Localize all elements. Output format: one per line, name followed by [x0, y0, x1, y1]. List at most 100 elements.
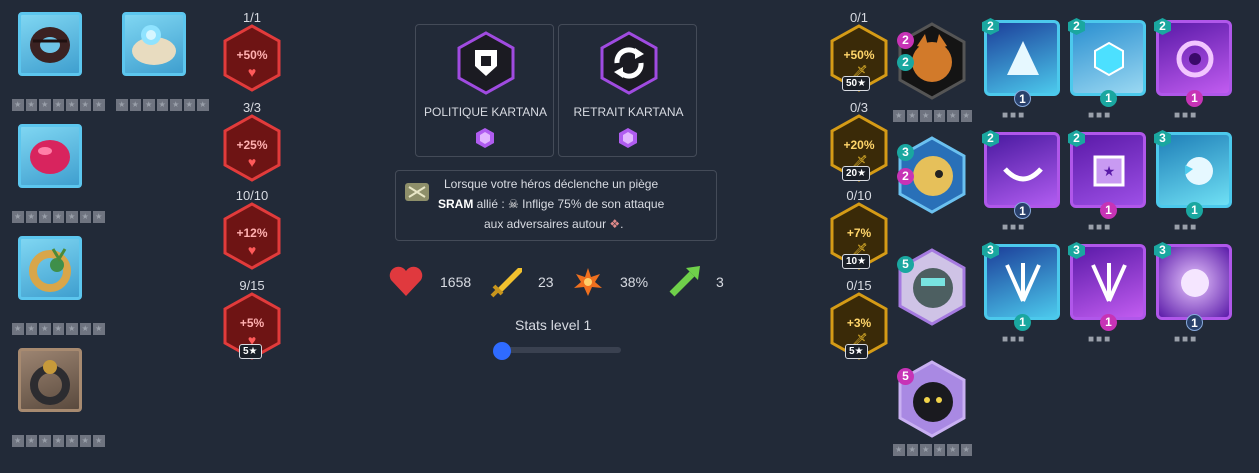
- gem-icon: [476, 128, 494, 148]
- champion-cat[interactable]: 5 ★ ★ ★ ★ ★ ★: [893, 360, 972, 456]
- spell-tile-6[interactable]: 3 1 ■■■: [1154, 130, 1236, 233]
- heart-icon: ♥: [247, 242, 257, 258]
- spell-tile-1[interactable]: 2 1 ■■■: [982, 18, 1064, 121]
- gem-badge: 1: [1014, 314, 1031, 331]
- attack-boost-1[interactable]: 0/1 +50% 🗡 50★: [829, 10, 889, 98]
- item-rating: ★ ★ ★ ★ ★ ★ ★: [12, 99, 108, 111]
- level-slider-track[interactable]: [498, 347, 621, 353]
- star-tag: 10★: [842, 254, 871, 269]
- card-politique[interactable]: POLITIQUE KARTANA: [415, 24, 554, 157]
- level-badge: 2: [897, 32, 914, 49]
- ice-hand-icon: [1007, 41, 1039, 75]
- range-arrow-icon: [668, 264, 702, 301]
- champion-pirate[interactable]: 3 2: [893, 136, 969, 222]
- spell-rating: ■■■: [1088, 110, 1113, 121]
- heart-icon: ♥: [247, 154, 257, 170]
- card-label: POLITIQUE KARTANA: [424, 105, 547, 119]
- crit-icon: [572, 266, 604, 301]
- boost-count: 0/3: [849, 100, 869, 115]
- spell-rating: ■■■: [1174, 334, 1199, 345]
- purple-orb-icon: [1181, 269, 1209, 297]
- champion-knight[interactable]: 5: [893, 248, 969, 334]
- gem-badge: 1: [1186, 314, 1203, 331]
- item-slot-3[interactable]: ★ ★ ★ ★ ★ ★ ★: [12, 124, 105, 223]
- item-slot-1[interactable]: ★ ★ ★ ★ ★ ★ ★: [12, 12, 105, 111]
- item-rating: ★ ★ ★ ★ ★ ★ ★: [12, 323, 108, 335]
- health-boost-4[interactable]: 9/15 +5% ♥ 5★: [222, 278, 282, 366]
- boost-count: 0/10: [846, 188, 872, 203]
- health-boost-2[interactable]: 3/3 +25% ♥: [222, 100, 282, 188]
- star-tag: 5★: [239, 344, 262, 359]
- crest-icon: [457, 31, 515, 95]
- boost-percent: +50%: [236, 48, 268, 62]
- boost-percent: +25%: [236, 138, 268, 152]
- spike-burst-icon: [1091, 263, 1127, 302]
- boost-percent: +50%: [843, 48, 875, 62]
- spell-rating: ■■■: [1088, 222, 1113, 233]
- dark-ring-icon: [30, 27, 70, 63]
- sword-icon: [488, 264, 524, 303]
- champion-rating: ★ ★ ★ ★ ★ ★: [893, 444, 975, 456]
- level-badge: 5: [897, 256, 914, 273]
- boost-percent: +20%: [843, 138, 875, 152]
- hp-value: 1658: [440, 274, 472, 290]
- range-value: 3: [716, 274, 724, 290]
- desc-line-3: aux adversaires autour: [484, 217, 610, 231]
- desc-line-2-tail: Inflige 75% de son attaque: [518, 197, 665, 211]
- trap-box-icon: ★: [1093, 155, 1125, 187]
- vortex-icon: [1176, 40, 1214, 78]
- health-boost-1[interactable]: 1/1 +50% ♥: [222, 10, 282, 98]
- boost-percent: +5%: [239, 316, 265, 330]
- pink-ring-icon: [30, 140, 70, 174]
- ice-block-icon: [1094, 41, 1124, 77]
- skull-icon: ☠: [508, 197, 519, 211]
- health-boost-3[interactable]: 10/10 +12% ♥: [222, 188, 282, 276]
- item-slot-4[interactable]: ★ ★ ★ ★ ★ ★ ★: [12, 236, 105, 335]
- spell-tile-2[interactable]: 2 1 ■■■: [1068, 18, 1150, 121]
- spell-rating: ■■■: [1002, 110, 1027, 121]
- champion-rating: ★ ★ ★ ★ ★ ★: [893, 110, 975, 122]
- sram-keyword: SRAM: [438, 197, 474, 211]
- gem-badge: 1: [1100, 202, 1117, 219]
- attack-value: 23: [538, 274, 554, 290]
- star-tag: 5★: [845, 344, 868, 359]
- star-tag: 50★: [842, 76, 871, 91]
- spell-tile-9[interactable]: 3 1 ■■■: [1154, 242, 1236, 345]
- level-slider-thumb[interactable]: [493, 342, 511, 360]
- gem-badge: 1: [1186, 90, 1203, 107]
- gem-badge: 1: [1014, 90, 1031, 107]
- boost-percent: +7%: [846, 226, 872, 240]
- spell-tile-3[interactable]: 2 1 ■■■: [1154, 18, 1236, 121]
- desc-end: .: [620, 217, 624, 231]
- attack-boost-4[interactable]: 0/15 +3% 🗡 5★: [829, 278, 889, 366]
- heart-icon: [388, 264, 424, 301]
- attack-boost-3[interactable]: 0/10 +7% 🗡 10★: [829, 188, 889, 276]
- spell-tile-8[interactable]: 3 1 ■■■: [1068, 242, 1150, 345]
- spell-rating: ■■■: [1174, 110, 1199, 121]
- boost-count: 9/15: [239, 278, 265, 293]
- spell-tile-4[interactable]: 2 1 ■■■: [982, 130, 1064, 233]
- card-retrait[interactable]: RETRAIT KARTANA: [558, 24, 697, 157]
- item-rating: ★ ★ ★ ★ ★ ★ ★: [12, 211, 108, 223]
- gem-badge: 1: [1186, 202, 1203, 219]
- gem-icon: [619, 128, 637, 148]
- gem-badge: 1: [1014, 202, 1031, 219]
- item-rating: ★ ★ ★ ★ ★ ★ ★: [12, 435, 108, 447]
- item-rating: ★ ★ ★ ★ ★ ★ ★: [116, 99, 212, 111]
- item-slot-2[interactable]: ★ ★ ★ ★ ★ ★ ★: [116, 12, 209, 111]
- champion-fox[interactable]: 2 2 ★ ★ ★ ★ ★ ★: [893, 22, 972, 122]
- boost-percent: +3%: [846, 316, 872, 330]
- spell-rating: ■■■: [1002, 334, 1027, 345]
- ice-fist-icon: [1185, 157, 1213, 185]
- spell-tile-7[interactable]: 3 1 ■■■: [982, 242, 1064, 345]
- spell-tile-5[interactable]: ★ 2 1 ■■■: [1068, 130, 1150, 233]
- spell-rating: ■■■: [1088, 334, 1113, 345]
- level-badge: 5: [897, 368, 914, 385]
- boost-count: 10/10: [235, 188, 269, 203]
- attack-boost-2[interactable]: 0/3 +20% 🗡 20★: [829, 100, 889, 188]
- gem-badge: 1: [1100, 314, 1117, 331]
- item-slot-5[interactable]: ★ ★ ★ ★ ★ ★ ★: [12, 348, 105, 447]
- tier-badge: 2: [897, 54, 914, 71]
- refresh-icon: [600, 31, 658, 95]
- area-icon: ❖: [609, 217, 621, 231]
